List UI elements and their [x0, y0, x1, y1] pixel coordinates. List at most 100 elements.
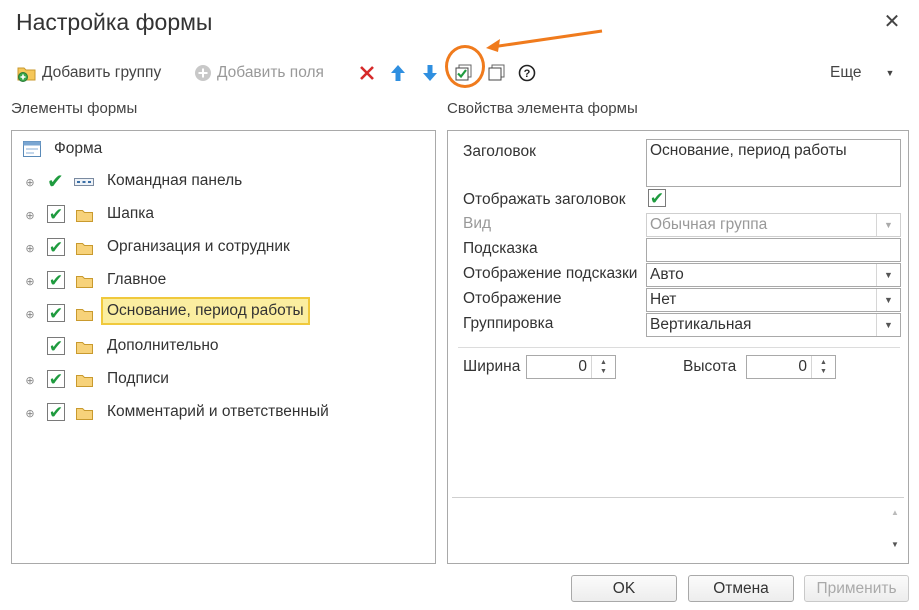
- display-select[interactable]: Нет ▼: [646, 288, 901, 312]
- form-elements-tree[interactable]: Форма ⊕ ✔ Командная панель ⊕ ✔ Шапка ⊕ ✔…: [11, 130, 436, 564]
- scroll-up-icon[interactable]: ▲: [891, 508, 899, 517]
- expand-plus-icon[interactable]: ⊕: [24, 374, 36, 387]
- folder-icon: [76, 375, 93, 387]
- move-up-button[interactable]: [390, 62, 406, 84]
- view-prop-label: Вид: [463, 215, 492, 232]
- folder-icon: [76, 342, 93, 354]
- more-menu[interactable]: Еще ▼: [830, 62, 894, 84]
- width-prop-label: Ширина: [463, 358, 521, 375]
- visibility-checkbox[interactable]: ✔: [47, 238, 65, 256]
- properties-panel: Заголовок Основание, период работы Отобр…: [447, 130, 909, 564]
- properties-section-title: Свойства элемента формы: [447, 100, 638, 117]
- width-value: 0: [578, 358, 587, 375]
- delete-x-icon: [360, 66, 374, 80]
- chevron-down-icon[interactable]: ▼: [876, 314, 900, 336]
- delete-button[interactable]: [358, 62, 376, 84]
- cancel-button[interactable]: Отмена: [688, 575, 794, 602]
- title-field[interactable]: Основание, период работы: [646, 139, 901, 187]
- tree-item-organization[interactable]: ⊕ ✔ Организация и сотрудник: [12, 234, 435, 262]
- grouping-value: Вертикальная: [650, 316, 752, 333]
- more-label: Еще: [830, 64, 862, 81]
- expand-plus-icon[interactable]: ⊕: [24, 275, 36, 288]
- check-all-button[interactable]: [455, 62, 473, 84]
- expand-plus-icon[interactable]: ⊕: [24, 242, 36, 255]
- tree-item-basis-period[interactable]: ⊕ ✔ Основание, период работы: [12, 297, 435, 328]
- tree-item-label-selected: Основание, период работы: [101, 297, 310, 325]
- view-select-value: Обычная группа: [650, 216, 768, 233]
- expand-plus-icon[interactable]: ⊕: [24, 308, 36, 321]
- expand-plus-icon[interactable]: ⊕: [24, 209, 36, 222]
- hint-field[interactable]: [646, 238, 901, 262]
- folder-icon: [76, 276, 93, 288]
- visibility-checkbox[interactable]: ✔: [47, 205, 65, 223]
- height-prop-label: Высота: [683, 358, 737, 375]
- uncheck-all-icon: [488, 64, 505, 81]
- tree-item-main[interactable]: ⊕ ✔ Главное: [12, 267, 435, 295]
- visible-check-icon[interactable]: ✔: [47, 169, 64, 194]
- add-folder-icon: [17, 67, 36, 82]
- uncheck-all-button[interactable]: [488, 62, 506, 84]
- grouping-prop-label: Группировка: [463, 315, 554, 332]
- tree-item-signatures[interactable]: ⊕ ✔ Подписи: [12, 366, 435, 394]
- expand-plus-icon[interactable]: ⊕: [24, 176, 36, 189]
- spinner-arrows-icon[interactable]: ▲ ▼: [591, 356, 615, 378]
- height-spinner[interactable]: 0 ▲ ▼: [746, 355, 836, 379]
- scroll-down-icon[interactable]: ▼: [891, 540, 899, 549]
- chevron-down-icon[interactable]: ▼: [876, 264, 900, 286]
- check-all-icon: [455, 64, 472, 81]
- tree-item-label: Подписи: [107, 370, 169, 387]
- elements-section-title: Элементы формы: [11, 100, 138, 117]
- arrow-down-icon: [423, 65, 437, 81]
- visibility-checkbox[interactable]: ✔: [47, 271, 65, 289]
- show-title-prop-label: Отображать заголовок: [463, 191, 626, 208]
- tree-root[interactable]: Форма: [12, 135, 435, 163]
- apply-button[interactable]: Применить: [804, 575, 909, 602]
- visibility-checkbox[interactable]: ✔: [47, 304, 65, 322]
- hint-display-prop-label: Отображение подсказки: [463, 265, 638, 282]
- folder-icon: [76, 210, 93, 222]
- expand-plus-icon[interactable]: ⊕: [24, 407, 36, 420]
- visibility-checkbox[interactable]: ✔: [47, 370, 65, 388]
- spinner-arrows-icon[interactable]: ▲ ▼: [811, 356, 835, 378]
- help-button[interactable]: ?: [518, 62, 536, 84]
- divider: [452, 497, 904, 498]
- visibility-checkbox[interactable]: ✔: [47, 337, 65, 355]
- tree-item-label: Организация и сотрудник: [107, 238, 290, 255]
- ok-button[interactable]: OK: [571, 575, 677, 602]
- tree-item-header[interactable]: ⊕ ✔ Шапка: [12, 201, 435, 229]
- tree-item-label: Дополнительно: [107, 337, 219, 354]
- display-value: Нет: [650, 291, 677, 308]
- tree-item-label: Комментарий и ответственный: [107, 403, 329, 420]
- move-down-button[interactable]: [422, 62, 438, 84]
- tree-item-label: Главное: [107, 271, 167, 288]
- view-select: Обычная группа ▼: [646, 213, 901, 237]
- hint-display-value: Авто: [650, 266, 684, 283]
- form-icon: [23, 141, 41, 157]
- chevron-down-icon: ▼: [885, 68, 895, 78]
- tree-item-label: Шапка: [107, 205, 154, 222]
- add-group-button[interactable]: Добавить группу: [17, 62, 161, 84]
- chevron-down-icon: ▼: [876, 214, 900, 236]
- folder-icon: [76, 309, 93, 321]
- width-spinner[interactable]: 0 ▲ ▼: [526, 355, 616, 379]
- grouping-select[interactable]: Вертикальная ▼: [646, 313, 901, 337]
- add-group-label: Добавить группу: [42, 64, 162, 81]
- close-icon[interactable]: ✕: [881, 10, 903, 33]
- tree-item-additional[interactable]: ✔ Дополнительно: [12, 333, 435, 361]
- title-prop-label: Заголовок: [463, 143, 536, 160]
- window-title: Настройка формы: [16, 9, 213, 35]
- show-title-checkbox[interactable]: ✔: [648, 189, 666, 207]
- tree-item-comment[interactable]: ⊕ ✔ Комментарий и ответственный: [12, 399, 435, 427]
- add-fields-button[interactable]: Добавить поля: [194, 62, 324, 84]
- hint-display-select[interactable]: Авто ▼: [646, 263, 901, 287]
- divider: [458, 347, 900, 348]
- visibility-checkbox[interactable]: ✔: [47, 403, 65, 421]
- arrow-up-icon: [391, 65, 405, 81]
- chevron-down-icon[interactable]: ▼: [876, 289, 900, 311]
- add-circle-icon: [195, 65, 211, 81]
- tree-item-command-panel[interactable]: ⊕ ✔ Командная панель: [12, 168, 435, 196]
- annotation-arrow-icon: [486, 29, 603, 52]
- folder-icon: [76, 408, 93, 420]
- help-icon: ?: [518, 64, 536, 82]
- hint-prop-label: Подсказка: [463, 240, 538, 257]
